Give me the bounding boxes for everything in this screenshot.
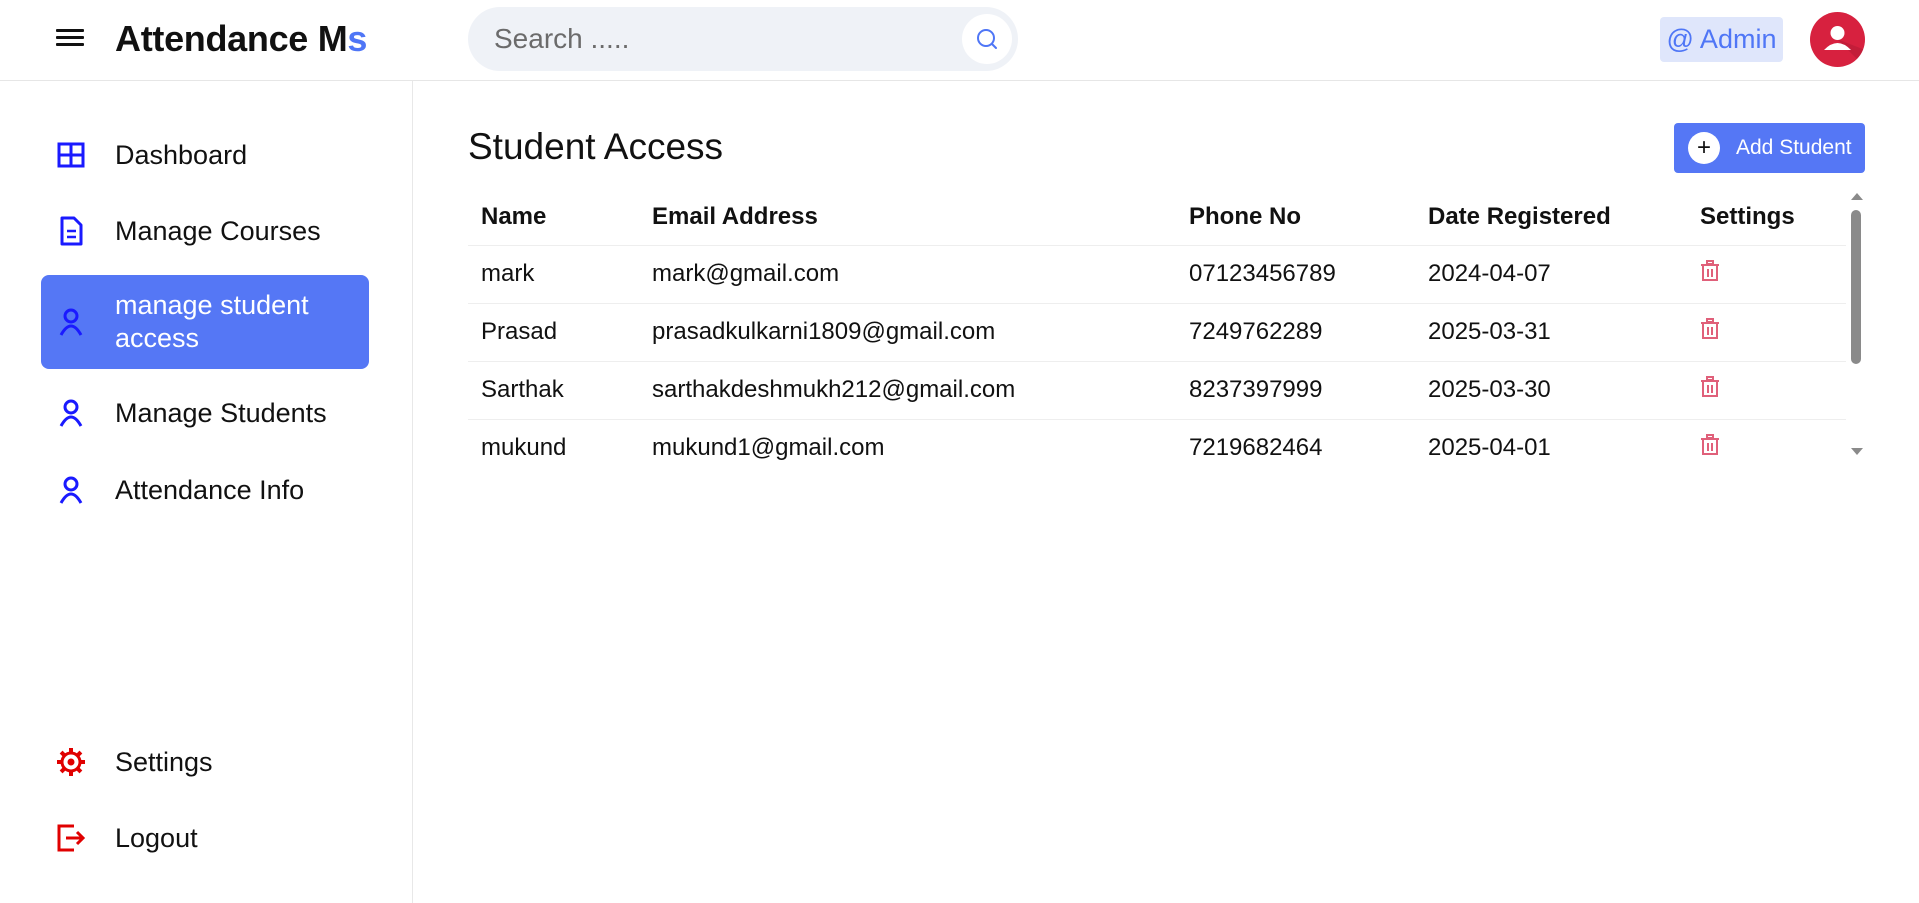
trash-icon[interactable] <box>1700 259 1720 289</box>
cell-name: mukund <box>468 419 639 462</box>
search-icon <box>977 29 997 49</box>
sidebar-item-manage-student-access[interactable]: manage student access <box>41 275 369 369</box>
cell-name: Sarthak <box>468 361 639 420</box>
sidebar-item-manage-courses[interactable]: Manage Courses <box>41 197 369 265</box>
sidebar-item-label: Logout <box>115 822 198 853</box>
sidebar-item-label: Dashboard <box>115 139 248 170</box>
cell-date: 2024-04-07 <box>1415 245 1687 304</box>
grid-icon <box>55 139 87 171</box>
cell-phone: 8237397999 <box>1176 361 1415 420</box>
column-header: Email Address <box>639 190 1176 246</box>
cell-date: 2025-03-31 <box>1415 303 1687 362</box>
app-brand: Attendance Ms <box>115 18 367 60</box>
table-row: mark mark@gmail.com 07123456789 2024-04-… <box>468 245 1846 304</box>
column-header: Date Registered <box>1415 190 1687 246</box>
sidebar-item-label: Manage Courses <box>115 215 321 246</box>
cell-settings <box>1687 303 1846 362</box>
top-header: Attendance Ms @ Admin <box>0 0 1919 81</box>
cell-settings <box>1687 245 1846 304</box>
sidebar-item-label: Attendance Info <box>115 474 305 505</box>
logout-icon <box>55 822 87 854</box>
cell-email: prasadkulkarni1809@gmail.com <box>639 303 1176 362</box>
table-row: mukund mukund1@gmail.com 7219682464 2025… <box>468 419 1846 462</box>
cell-name: mark <box>468 245 639 304</box>
user-icon <box>55 306 87 338</box>
cell-email: mark@gmail.com <box>639 245 1176 304</box>
table-header-row: Name Email Address Phone No Date Registe… <box>468 190 1846 246</box>
cell-phone: 7249762289 <box>1176 303 1415 362</box>
scroll-down-arrow-icon[interactable] <box>1851 448 1863 455</box>
scroll-thumb[interactable] <box>1851 210 1861 364</box>
cell-date: 2025-04-01 <box>1415 419 1687 462</box>
cell-settings <box>1687 419 1846 462</box>
sidebar-item-settings[interactable]: Settings <box>41 728 369 796</box>
column-header: Settings <box>1687 190 1846 246</box>
trash-icon[interactable] <box>1700 317 1720 347</box>
table-scrollbar[interactable] <box>1848 190 1864 462</box>
cell-email: sarthakdeshmukh212@gmail.com <box>639 361 1176 420</box>
table-row: Prasad prasadkulkarni1809@gmail.com 7249… <box>468 303 1846 362</box>
sidebar-item-label: Manage Students <box>115 397 327 428</box>
sidebar-item-dashboard[interactable]: Dashboard <box>41 121 369 189</box>
cell-phone: 7219682464 <box>1176 419 1415 462</box>
avatar[interactable] <box>1810 12 1865 67</box>
document-icon <box>55 215 87 247</box>
table-row: Sarthak sarthakdeshmukh212@gmail.com 823… <box>468 361 1846 420</box>
brand-accent: s <box>347 18 368 59</box>
user-icon <box>55 397 87 429</box>
search-bar <box>468 7 1018 71</box>
trash-icon[interactable] <box>1700 433 1720 462</box>
cell-phone: 07123456789 <box>1176 245 1415 304</box>
hamburger-menu-icon[interactable] <box>56 25 84 53</box>
sidebar-item-label: manage student access <box>115 290 309 353</box>
sidebar-item-label: Settings <box>115 746 213 777</box>
search-button[interactable] <box>962 14 1012 64</box>
cell-email: mukund1@gmail.com <box>639 419 1176 462</box>
user-avatar-icon <box>1824 26 1865 67</box>
sidebar: Dashboard Manage Courses manage student … <box>0 81 413 903</box>
sidebar-item-logout[interactable]: Logout <box>41 804 369 872</box>
trash-icon[interactable] <box>1700 375 1720 405</box>
admin-badge[interactable]: @ Admin <box>1660 17 1783 62</box>
scroll-up-arrow-icon[interactable] <box>1851 193 1863 200</box>
sidebar-item-manage-students[interactable]: Manage Students <box>41 379 369 447</box>
cell-name: Prasad <box>468 303 639 362</box>
cell-date: 2025-03-30 <box>1415 361 1687 420</box>
column-header: Name <box>468 190 639 246</box>
plus-icon: + <box>1688 132 1720 164</box>
sidebar-item-attendance-info[interactable]: Attendance Info <box>41 456 369 524</box>
user-icon <box>55 474 87 506</box>
page-title: Student Access <box>468 126 724 167</box>
student-table-container: Name Email Address Phone No Date Registe… <box>468 190 1865 462</box>
cell-settings <box>1687 361 1846 420</box>
column-header: Phone No <box>1176 190 1415 246</box>
search-input[interactable] <box>494 21 934 57</box>
add-student-label: Add Student <box>1736 136 1852 159</box>
student-access-table: Name Email Address Phone No Date Registe… <box>468 190 1846 462</box>
gear-icon <box>55 746 87 778</box>
add-student-button[interactable]: + Add Student <box>1674 123 1865 173</box>
brand-main: Attendance M <box>115 18 348 59</box>
